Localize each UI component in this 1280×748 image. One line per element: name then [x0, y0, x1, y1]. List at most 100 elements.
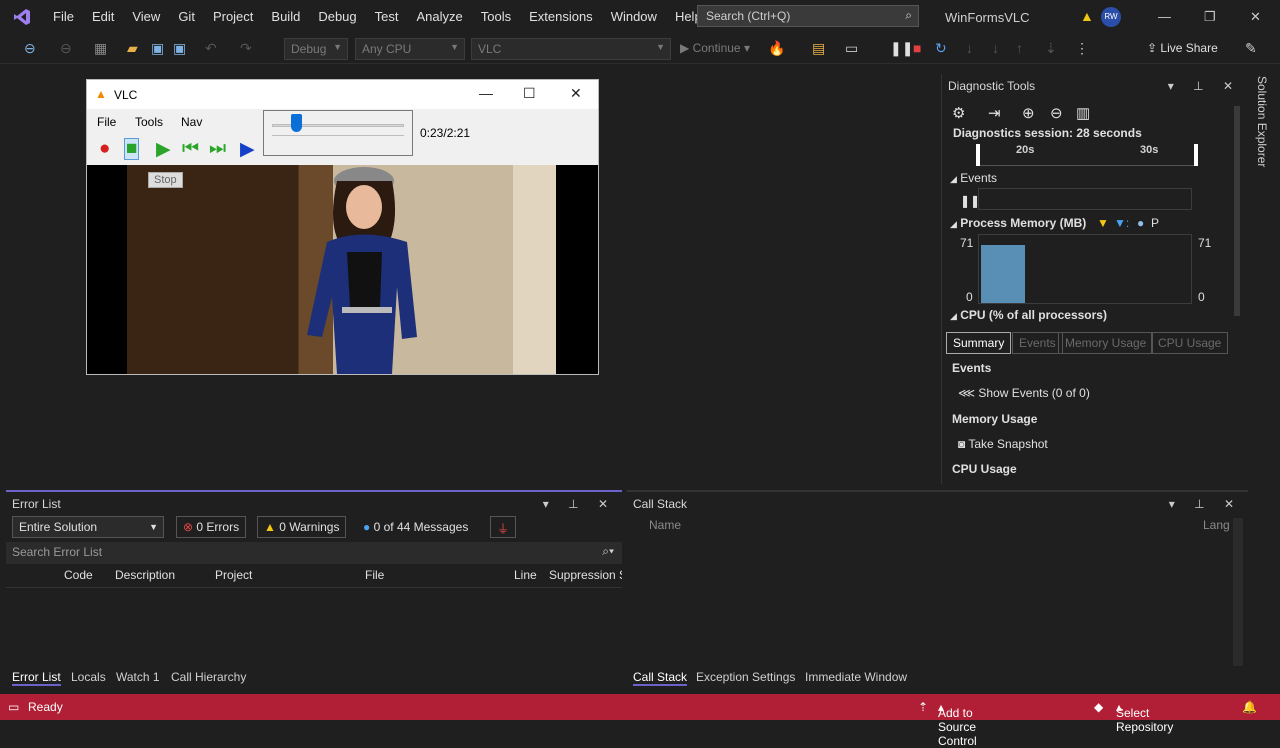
memory-graph[interactable]: [978, 234, 1192, 304]
seek-thumb[interactable]: [291, 114, 303, 132]
close-icon[interactable]: ✕: [1250, 9, 1261, 25]
tab-events[interactable]: Events: [1012, 332, 1063, 354]
vlc-close-icon[interactable]: ✕: [570, 85, 582, 102]
panel-buttons[interactable]: ▾ ⊥ ✕: [543, 492, 616, 516]
tab-summary[interactable]: Summary: [946, 332, 1012, 354]
menu-analyze[interactable]: Analyze: [407, 0, 471, 34]
step-into-icon[interactable]: ↓: [966, 40, 973, 56]
feedback-icon[interactable]: ✎: [1245, 40, 1257, 57]
reset-view-icon[interactable]: ▥: [1076, 104, 1090, 122]
restore-icon[interactable]: ❐: [1204, 9, 1216, 25]
record-icon[interactable]: ●: [99, 138, 110, 160]
forward-icon[interactable]: ▶: [240, 138, 255, 161]
timeline-ruler[interactable]: 20s 30s: [976, 144, 1198, 166]
collapse-icon[interactable]: ◢: [950, 219, 957, 229]
toolbar-overflow-icon[interactable]: ⋮: [1075, 40, 1089, 57]
col-description[interactable]: Description: [115, 568, 175, 582]
step-out-icon[interactable]: ↑: [1016, 40, 1023, 56]
collapse-icon[interactable]: ◢: [950, 174, 957, 184]
menu-view[interactable]: View: [123, 0, 169, 34]
zoom-out-icon[interactable]: ⊖: [1050, 104, 1063, 122]
tab-exception-settings[interactable]: Exception Settings: [696, 670, 795, 684]
menu-window[interactable]: Window: [602, 0, 666, 34]
panel-buttons[interactable]: ▾ ⊥ ✕: [1168, 74, 1241, 98]
menu-git[interactable]: Git: [169, 0, 204, 34]
platform-dropdown[interactable]: Any CPU ▼: [355, 38, 465, 60]
tab-cpu-usage[interactable]: CPU Usage: [1151, 332, 1229, 354]
col-suppression[interactable]: Suppression S: [549, 568, 622, 582]
solution-explorer-tab[interactable]: Solution Explorer: [1255, 76, 1269, 167]
menu-debug[interactable]: Debug: [309, 0, 365, 34]
search-box[interactable]: Search (Ctrl+Q) ⌕: [697, 5, 919, 27]
settings-icon[interactable]: ⚙: [952, 104, 965, 122]
config-dropdown[interactable]: Debug ▼: [284, 38, 348, 60]
vlc-minimize-icon[interactable]: —: [479, 85, 493, 101]
play-icon[interactable]: ▶: [156, 138, 171, 161]
tab-call-hierarchy[interactable]: Call Hierarchy: [171, 670, 246, 684]
col-name[interactable]: Name: [649, 518, 681, 532]
tab-locals[interactable]: Locals: [71, 670, 106, 684]
stop-icon[interactable]: ■: [913, 40, 921, 56]
layout-icon[interactable]: ▭: [845, 40, 858, 57]
vlc-menu-file[interactable]: File: [97, 115, 116, 129]
live-share-button[interactable]: ⇪ Live Share: [1147, 41, 1218, 55]
tab-memory-usage[interactable]: Memory Usage: [1058, 332, 1154, 354]
restart-icon[interactable]: ↻: [935, 40, 947, 57]
col-lang[interactable]: Lang: [1203, 518, 1230, 532]
stop-button-icon[interactable]: ■: [124, 138, 140, 160]
next-icon[interactable]: ⏭: [209, 138, 226, 160]
undo-icon[interactable]: ↶: [205, 40, 217, 57]
save-all-icon[interactable]: ▣: [173, 40, 186, 57]
warnings-filter-button[interactable]: ▲ 0 Warnings: [257, 516, 347, 538]
export-icon[interactable]: ⇥: [988, 104, 1001, 122]
debug-target-icon[interactable]: ▤: [812, 40, 825, 57]
scope-dropdown[interactable]: Entire Solution ▼: [12, 516, 164, 538]
col-project[interactable]: Project: [215, 568, 252, 582]
visual-studio-logo-icon[interactable]: [0, 0, 44, 34]
video-area[interactable]: [87, 165, 598, 374]
avatar[interactable]: RW: [1101, 7, 1121, 27]
col-file[interactable]: File: [365, 568, 384, 582]
forward-icon[interactable]: ⊖: [60, 40, 72, 57]
menu-extensions[interactable]: Extensions: [520, 0, 602, 34]
tab-call-stack[interactable]: Call Stack: [633, 670, 688, 686]
search-error-list[interactable]: Search Error List ⌕▾: [6, 542, 622, 564]
col-line[interactable]: Line: [514, 568, 537, 582]
take-snapshot-label[interactable]: Take Snapshot: [968, 437, 1047, 451]
minimize-icon[interactable]: —: [1158, 9, 1171, 24]
vlc-window[interactable]: ▲ VLC — ☐ ✕ File Tools Nav ● ■ ▶ ⏮ ⏭ ▶ 0…: [86, 79, 599, 375]
col-code[interactable]: Code: [64, 568, 93, 582]
save-icon[interactable]: ▣: [151, 40, 164, 57]
warning-icon[interactable]: ▲: [1080, 8, 1094, 24]
menu-tools[interactable]: Tools: [472, 0, 520, 34]
tab-error-list[interactable]: Error List: [12, 670, 61, 686]
menu-project[interactable]: Project: [204, 0, 262, 34]
filter-icon[interactable]: ⏚: [490, 516, 517, 538]
errors-filter-button[interactable]: ⊗ 0 Errors: [176, 516, 247, 538]
select-repository-button[interactable]: Select Repository ▴: [1116, 700, 1173, 734]
tab-watch-1[interactable]: Watch 1: [116, 670, 160, 684]
previous-icon[interactable]: ⏮: [182, 138, 199, 160]
startup-project-dropdown[interactable]: VLC ▼: [471, 38, 671, 60]
menu-build[interactable]: Build: [262, 0, 309, 34]
tab-immediate-window[interactable]: Immediate Window: [805, 670, 907, 684]
zoom-in-icon[interactable]: ⊕: [1022, 104, 1035, 122]
messages-filter-button[interactable]: ● 0 of 44 Messages: [356, 516, 475, 538]
step-over-icon[interactable]: ↓: [992, 40, 999, 56]
hot-reload-icon[interactable]: 🔥: [768, 40, 785, 57]
vlc-maximize-icon[interactable]: ☐: [523, 85, 536, 102]
redo-icon[interactable]: ↷: [240, 40, 252, 57]
menu-test[interactable]: Test: [366, 0, 408, 34]
panel-buttons[interactable]: ▾ ⊥ ✕: [1169, 492, 1242, 516]
collapse-icon[interactable]: ◢: [950, 311, 957, 321]
add-source-control-button[interactable]: Add to Source Control ▴: [938, 700, 977, 748]
continue-button[interactable]: ▶ Continue ▾: [680, 41, 750, 55]
show-next-statement-icon[interactable]: ⇣: [1045, 40, 1057, 57]
show-events-label[interactable]: Show Events (0 of 0): [978, 386, 1089, 400]
vlc-menu-tools[interactable]: Tools: [135, 115, 163, 129]
menu-edit[interactable]: Edit: [83, 0, 123, 34]
new-project-icon[interactable]: ▦: [94, 40, 107, 57]
seek-slider[interactable]: [263, 110, 413, 156]
vlc-titlebar[interactable]: ▲ VLC — ☐ ✕: [87, 80, 598, 109]
timeline-end-handle[interactable]: [1194, 144, 1198, 166]
